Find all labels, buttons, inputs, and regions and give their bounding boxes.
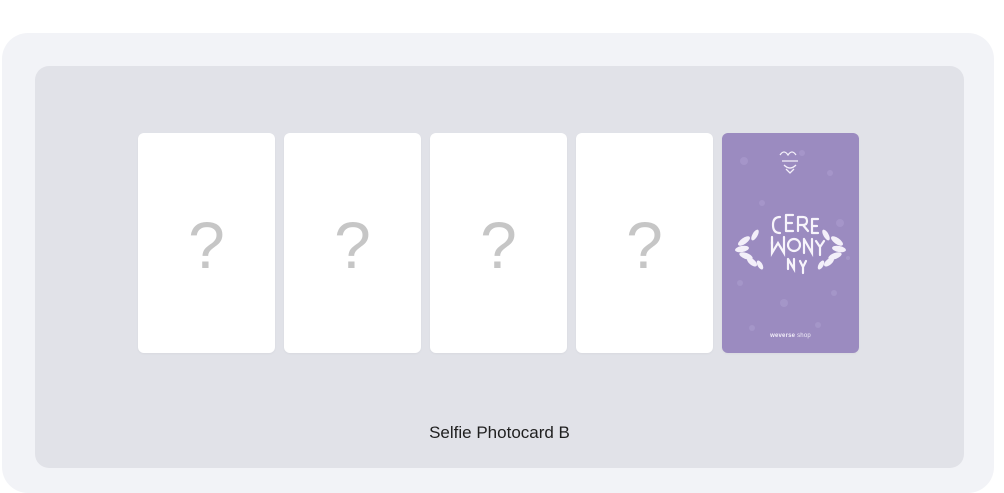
laurel-icon (735, 229, 764, 270)
photocard-slot-1[interactable]: ? (138, 133, 275, 353)
photocard-slot-2[interactable]: ? (284, 133, 421, 353)
photocard-set-label: Selfie Photocard B (429, 423, 570, 442)
question-mark-icon: ? (626, 208, 663, 282)
weverse-shop-logo: weverse shop (770, 333, 811, 339)
photocard-slot-4[interactable]: ? (576, 133, 713, 353)
question-mark-icon: ? (188, 208, 225, 282)
ceremony-logo (770, 213, 826, 275)
question-mark-icon: ? (480, 208, 517, 282)
photocard-slot-3[interactable]: ? (430, 133, 567, 353)
ceremony-card-art (735, 150, 850, 331)
emblem-icon (779, 151, 798, 174)
photocard-slot-5-revealed[interactable]: weverse shop (722, 133, 859, 353)
photocard-row: ? ? ? ? weverse shop (138, 133, 860, 353)
question-mark-icon: ? (334, 208, 371, 282)
